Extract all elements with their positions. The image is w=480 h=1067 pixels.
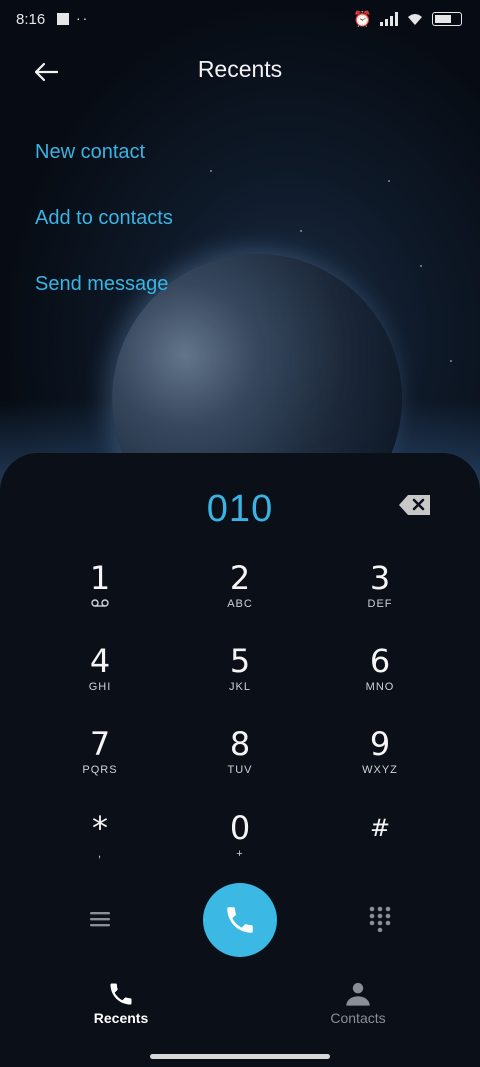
- key-9[interactable]: 9 WXYZ: [320, 726, 440, 796]
- home-indicator[interactable]: [150, 1054, 330, 1059]
- person-icon: [298, 978, 418, 1010]
- key-letters: +: [236, 848, 244, 860]
- key-letters: MNO: [365, 681, 395, 693]
- key-digit: 3: [369, 559, 391, 597]
- key-letters: ,: [97, 848, 103, 860]
- phone-icon: [227, 907, 253, 933]
- tab-recents-label: Recents: [93, 1010, 149, 1026]
- key-letters: WXYZ: [362, 764, 398, 776]
- more-notifications-icon: ··: [76, 10, 90, 26]
- key-2[interactable]: 2 ABC: [180, 560, 300, 630]
- call-button[interactable]: [203, 883, 277, 957]
- keypad-toggle-button[interactable]: [365, 904, 395, 934]
- key-5[interactable]: 5 JKL: [180, 643, 300, 713]
- key-digit: 7: [89, 725, 111, 763]
- status-time: 8:16: [16, 11, 46, 28]
- key-1[interactable]: 1: [40, 560, 160, 630]
- send-message-link[interactable]: Send message: [35, 273, 168, 296]
- backspace-icon: [399, 495, 430, 515]
- key-digit: 6: [369, 642, 391, 680]
- voicemail-icon: [40, 598, 160, 611]
- header: Recents: [0, 50, 480, 94]
- phone-tab-icon: [61, 978, 181, 1010]
- key-0[interactable]: 0 +: [180, 810, 300, 880]
- key-letters: ABC: [227, 598, 253, 610]
- key-3[interactable]: 3 DEF: [320, 560, 440, 630]
- status-bar: 8:16 ·· ⏰: [0, 0, 480, 40]
- key-digit: 4: [89, 642, 111, 680]
- key-digit: 0: [229, 809, 251, 847]
- key-4[interactable]: 4 GHI: [40, 643, 160, 713]
- page-title: Recents: [197, 56, 283, 82]
- key-digit: 9: [369, 725, 391, 763]
- battery-icon: [432, 12, 462, 26]
- status-icons: ⏰: [353, 10, 462, 28]
- hamburger-icon: [90, 912, 110, 927]
- key-letters: GHI: [88, 681, 112, 693]
- star: [420, 265, 422, 267]
- tab-contacts[interactable]: Contacts: [298, 978, 418, 1026]
- key-digit: 1: [89, 559, 111, 597]
- key-digit: 2: [229, 559, 251, 597]
- key-letters: JKL: [229, 681, 251, 693]
- key-digit: 5: [229, 642, 251, 680]
- tab-contacts-label: Contacts: [330, 1010, 386, 1026]
- dialpad-icon: [369, 906, 391, 932]
- star: [210, 170, 212, 172]
- key-6[interactable]: 6 MNO: [320, 643, 440, 713]
- key-digit: #: [369, 814, 391, 842]
- key-digit: *: [92, 809, 108, 847]
- key-hash[interactable]: #: [320, 810, 440, 880]
- notification-icon: [57, 13, 69, 25]
- key-digit: 8: [229, 725, 251, 763]
- key-letters: TUV: [227, 764, 253, 776]
- signal-icon: [380, 12, 398, 26]
- add-to-contacts-link[interactable]: Add to contacts: [35, 207, 173, 230]
- backspace-button[interactable]: [398, 494, 434, 520]
- key-star[interactable]: * ,: [40, 810, 160, 880]
- key-letters: DEF: [367, 598, 393, 610]
- new-contact-link[interactable]: New contact: [35, 141, 145, 164]
- alarm-icon: ⏰: [353, 11, 372, 28]
- key-letters: PQRS: [82, 764, 118, 776]
- menu-button[interactable]: [85, 904, 115, 934]
- key-7[interactable]: 7 PQRS: [40, 726, 160, 796]
- key-8[interactable]: 8 TUV: [180, 726, 300, 796]
- wifi-icon: [408, 14, 422, 25]
- tab-recents[interactable]: Recents: [61, 978, 181, 1026]
- star: [300, 230, 302, 232]
- star: [450, 360, 452, 362]
- star: [388, 180, 390, 182]
